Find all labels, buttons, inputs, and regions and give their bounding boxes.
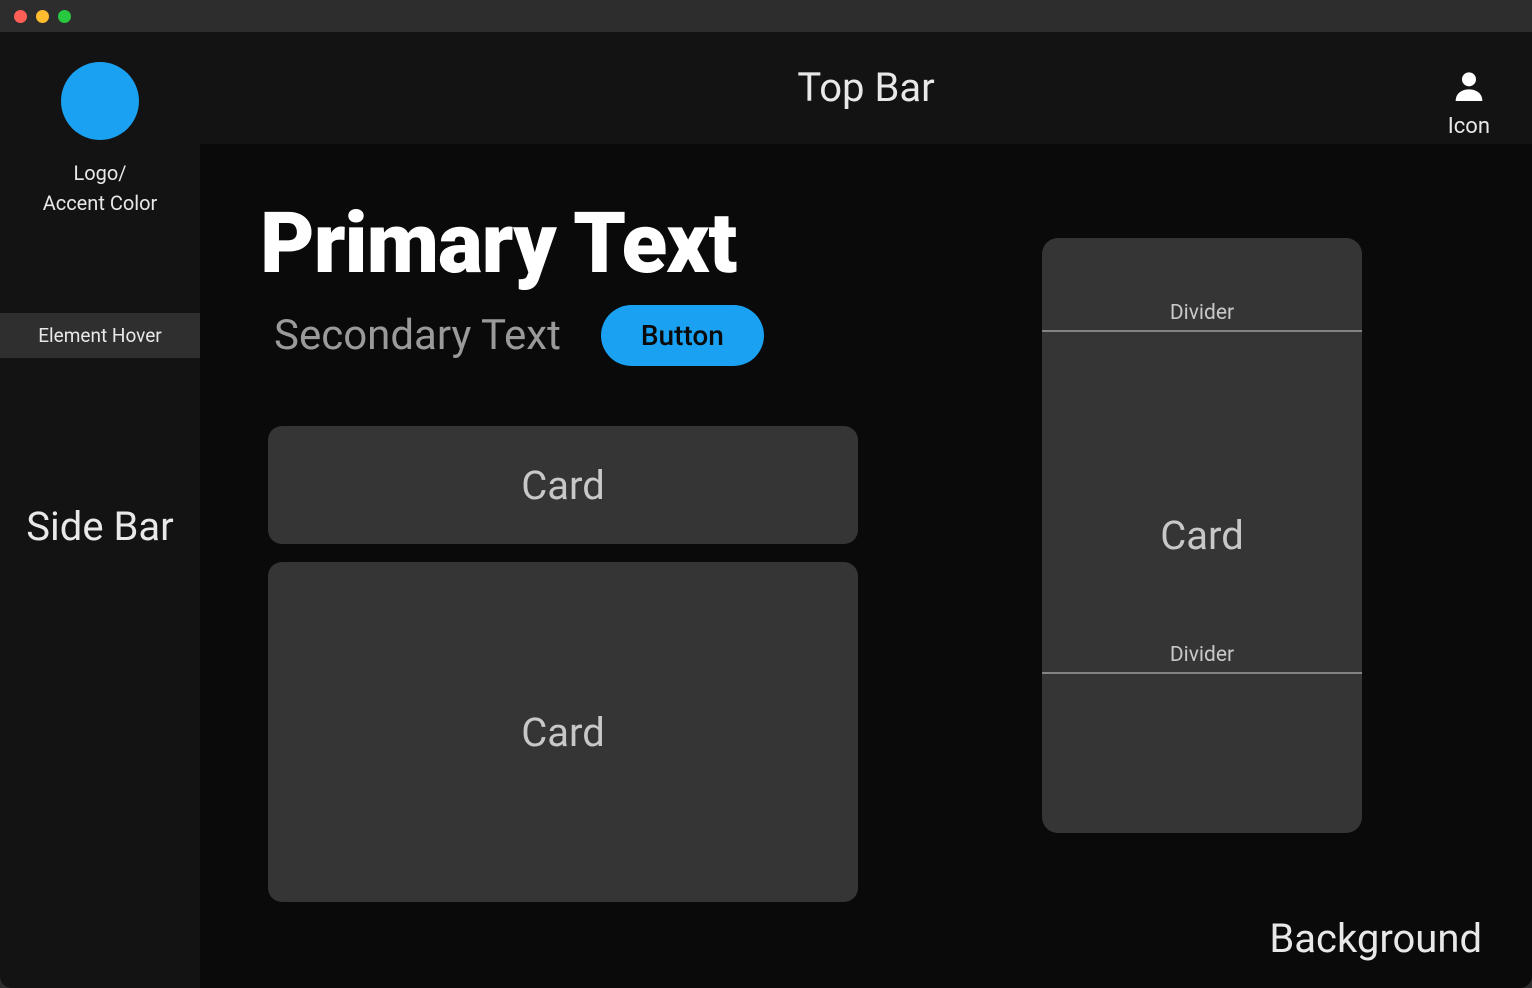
logo-accent-circle — [61, 62, 139, 140]
card-label: Card — [521, 709, 605, 756]
secondary-text: Secondary Text — [274, 311, 561, 360]
topbar-icon-group: Icon — [1448, 66, 1490, 139]
icon-label: Icon — [1448, 114, 1490, 139]
card-right-label: Card — [1160, 512, 1244, 559]
main-area: Top Bar Icon Primary Text Secondary Text… — [200, 32, 1532, 988]
background-label: Background — [1269, 915, 1482, 962]
sidebar-title: Side Bar — [26, 503, 173, 550]
titlebar — [0, 0, 1532, 32]
divider-label-bottom: Divider — [1170, 643, 1234, 667]
logo-label-line2: Accent Color — [43, 191, 158, 215]
maximize-window-button[interactable] — [58, 10, 71, 23]
card-right[interactable]: Divider Card Divider — [1042, 238, 1362, 833]
sidebar: Logo/ Accent Color Element Hover Side Ba… — [0, 32, 200, 988]
cards-left-column: Card Card — [268, 426, 858, 902]
topbar: Top Bar Icon — [200, 32, 1532, 144]
card-medium[interactable]: Card — [268, 562, 858, 902]
card-label: Card — [521, 462, 605, 509]
app-window: Logo/ Accent Color Element Hover Side Ba… — [0, 0, 1532, 988]
topbar-title: Top Bar — [797, 64, 934, 111]
content-area: Primary Text Secondary Text Button Card … — [200, 144, 1532, 988]
close-window-button[interactable] — [14, 10, 27, 23]
user-icon[interactable] — [1449, 66, 1489, 106]
divider-bottom — [1042, 672, 1362, 674]
app-body: Logo/ Accent Color Element Hover Side Ba… — [0, 32, 1532, 988]
logo-label: Logo/ Accent Color — [43, 158, 158, 218]
sidebar-hover-item[interactable]: Element Hover — [0, 313, 200, 358]
divider-top — [1042, 330, 1362, 332]
primary-button[interactable]: Button — [601, 305, 764, 366]
card-small[interactable]: Card — [268, 426, 858, 544]
minimize-window-button[interactable] — [36, 10, 49, 23]
divider-label-top: Divider — [1170, 301, 1234, 325]
logo-label-line1: Logo/ — [73, 161, 126, 185]
